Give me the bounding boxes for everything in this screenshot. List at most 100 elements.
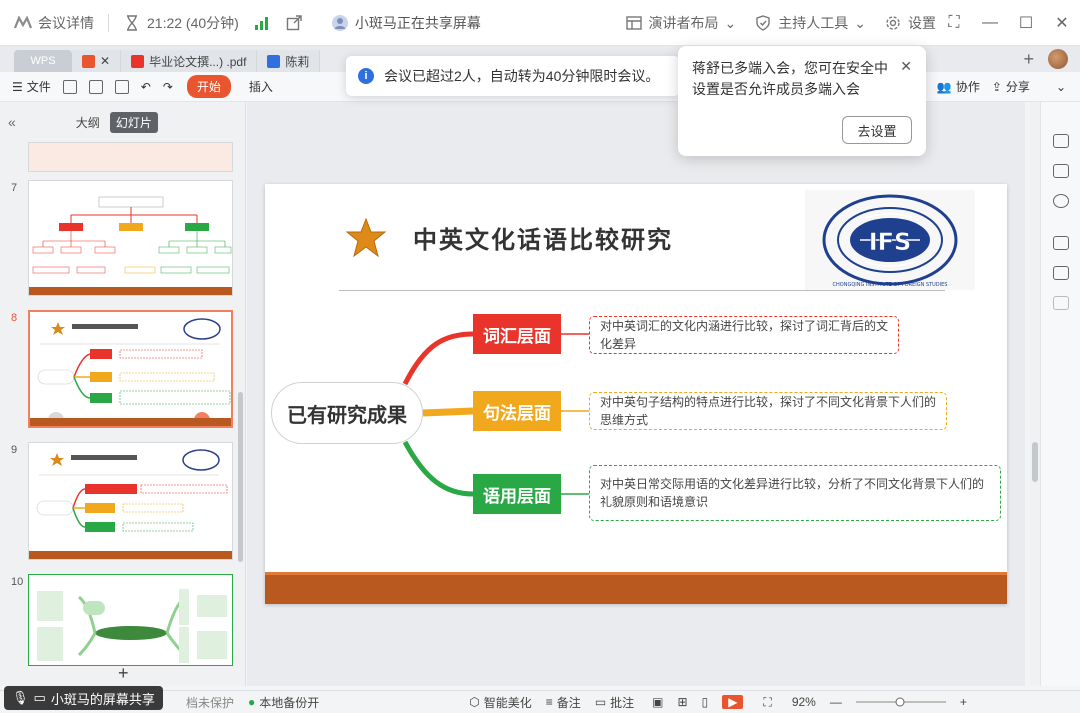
comments-button[interactable]: ▭ 批注 (595, 694, 634, 711)
meeting-toolbar: 会议详情 21:22 (40分钟) 小斑马正在共享屏幕 演讲者布局 ⌄ 主持人工… (0, 0, 1080, 46)
avatar[interactable] (1048, 49, 1068, 69)
tab-wps-doc[interactable]: ✕ (72, 50, 122, 72)
slide-8[interactable]: 中英文化话语比较研究 IFS CHONGQING INSTITUTE OF FO… (265, 184, 1007, 604)
ribbon-expand-button[interactable]: ⌄ (1056, 80, 1066, 94)
close-icon[interactable]: ✕ (900, 58, 912, 75)
animation-icon[interactable] (1053, 236, 1069, 250)
properties-icon[interactable] (1053, 134, 1069, 148)
close-icon: ✕ (1055, 15, 1069, 32)
play-icon: ▶ (722, 695, 744, 709)
host-tools-button[interactable]: 主持人工具 ⌄ (754, 13, 866, 33)
meeting-details-label: 会议详情 (38, 14, 94, 31)
microphone-icon: 🎙 (12, 690, 29, 705)
screen-share-status: 小斑马正在共享屏幕 (331, 13, 481, 33)
popout-button[interactable] (285, 14, 303, 32)
slide-canvas: 中英文化话语比较研究 IFS CHONGQING INSTITUTE OF FO… (247, 102, 1025, 686)
add-slide-button[interactable]: + (118, 663, 129, 684)
slide-thumbnail[interactable] (28, 180, 233, 296)
redo-icon: ↷ (162, 79, 173, 94)
meeting-logo-icon (14, 14, 32, 32)
new-tab-button[interactable]: + (1023, 49, 1034, 70)
notes-button[interactable]: ≡ 备注 (546, 694, 581, 711)
tab-slides[interactable]: 幻灯片 (109, 111, 158, 133)
slide-thumbnail[interactable] (28, 574, 233, 666)
canvas-scrollbar[interactable] (1030, 102, 1040, 686)
thumbnail-footer (29, 287, 232, 295)
zoom-in-button[interactable]: + (960, 695, 967, 709)
3d-icon[interactable] (1053, 296, 1069, 310)
smart-beautify-button[interactable]: ⬡ 智能美化 (469, 694, 532, 711)
tab-close-icon[interactable]: ✕ (100, 54, 110, 68)
sorter-view-button[interactable]: ⊞ (678, 695, 688, 709)
collapse-panel-icon[interactable]: « (8, 114, 16, 130)
share-status-text: 小斑马正在共享屏幕 (354, 14, 481, 31)
comments-label: 批注 (610, 695, 635, 710)
collaborate-label: 协作 (955, 80, 980, 94)
zoom-level[interactable]: 92% (792, 695, 816, 709)
slide-number: 9 (11, 444, 18, 456)
slide-thumbnail-panel: « 大纲 幻灯片 7 8 9 10 + (0, 102, 246, 686)
thumbnail-mindmap (37, 318, 231, 426)
doc-protection-status[interactable]: 档未保护 (186, 694, 234, 711)
close-button[interactable]: ✕ (1044, 0, 1080, 46)
export-button[interactable] (88, 79, 103, 94)
screen-icon: ▭ (33, 690, 46, 705)
print-button[interactable] (114, 79, 129, 94)
tab-outline[interactable]: 大纲 (76, 114, 100, 131)
tab-word-label: 陈莉 (285, 54, 310, 69)
scroll-thumb[interactable] (1032, 442, 1038, 482)
branch-lexical[interactable]: 词汇层面 (473, 314, 561, 354)
central-topic-node[interactable]: 已有研究成果 (271, 382, 423, 444)
slide-number: 10 (11, 576, 24, 588)
slide-thumbnail[interactable] (28, 142, 233, 172)
menu-button[interactable]: ☰ 文件 (12, 78, 51, 95)
desc-pragmatic[interactable]: 对中英日常交际用语的文化差异进行比较，分析了不同文化背景下人们的礼貌原则和语境意… (589, 465, 1001, 521)
desc-syntactic[interactable]: 对中英句子结构的特点进行比较，探讨了不同文化背景下人们的思维方式 (589, 392, 947, 430)
tab-word[interactable]: 陈莉 (257, 50, 321, 72)
slide-thumbnail[interactable] (28, 442, 233, 560)
settings-button[interactable]: 设置 (884, 13, 936, 33)
zoom-fit-button[interactable]: ⛶ (763, 695, 771, 710)
tab-start[interactable]: 开始 (186, 75, 231, 98)
minimize-button[interactable]: — (972, 0, 1008, 46)
presenter-layout-label: 演讲者布局 (648, 15, 719, 31)
maximize-button[interactable]: ☐ (1008, 0, 1044, 46)
settings-label: 设置 (908, 15, 936, 31)
play-slideshow-button[interactable]: ▶ (722, 695, 744, 709)
zoom-slider-track (855, 697, 946, 707)
style-icon[interactable] (1053, 164, 1069, 178)
zoom-slider[interactable] (855, 697, 946, 707)
panel-scrollbar[interactable] (238, 392, 243, 562)
branch-pragmatic[interactable]: 语用层面 (473, 474, 561, 514)
collaborate-icon: 👥 (936, 79, 952, 94)
local-backup-status[interactable]: ● 本地备份开 (248, 694, 319, 711)
normal-view-button[interactable]: ▣ (652, 695, 663, 709)
screen-share-pill[interactable]: 🎙 ▭ 小斑马的屏幕共享 (4, 686, 163, 710)
print-icon (114, 79, 129, 94)
tab-insert[interactable]: 插入 (249, 78, 273, 95)
history-icon[interactable] (1053, 194, 1069, 208)
thumbnail-mindmap (36, 449, 228, 532)
save-button[interactable] (62, 79, 77, 94)
tab-pdf[interactable]: 毕业论文撰...) .pdf (121, 50, 258, 72)
transition-icon[interactable] (1053, 266, 1069, 280)
cube-icon: ⬡ (469, 695, 480, 709)
redo-button[interactable]: ↷ (163, 80, 173, 94)
wps-home-tab[interactable]: WPS (14, 50, 72, 72)
slide-thumbnail-selected[interactable] (28, 310, 233, 428)
branch-syntactic[interactable]: 句法层面 (473, 391, 561, 431)
presenter-layout-button[interactable]: 演讲者布局 ⌄ (625, 13, 736, 33)
undo-button[interactable]: ↶ (141, 80, 151, 94)
pdf-icon (131, 54, 145, 68)
go-settings-button[interactable]: 去设置 (842, 116, 912, 144)
desc-lexical[interactable]: 对中英词汇的文化内涵进行比较，探讨了词汇背后的文化差异 (589, 316, 899, 354)
reading-view-button[interactable]: ▯ (702, 695, 709, 709)
zoom-out-button[interactable]: — (830, 695, 842, 709)
meeting-details-button[interactable]: 会议详情 (14, 13, 94, 33)
share-button[interactable]: ⇪ 分享 (992, 78, 1030, 95)
signal-indicator[interactable] (253, 14, 271, 32)
fullscreen-button[interactable]: ⛶ (936, 0, 972, 46)
info-icon: i (358, 68, 374, 84)
meeting-limit-toast: i 会议已超过2人，自动转为40分钟限时会议。 (346, 56, 680, 96)
collaborate-button[interactable]: 👥 协作 (937, 78, 980, 95)
